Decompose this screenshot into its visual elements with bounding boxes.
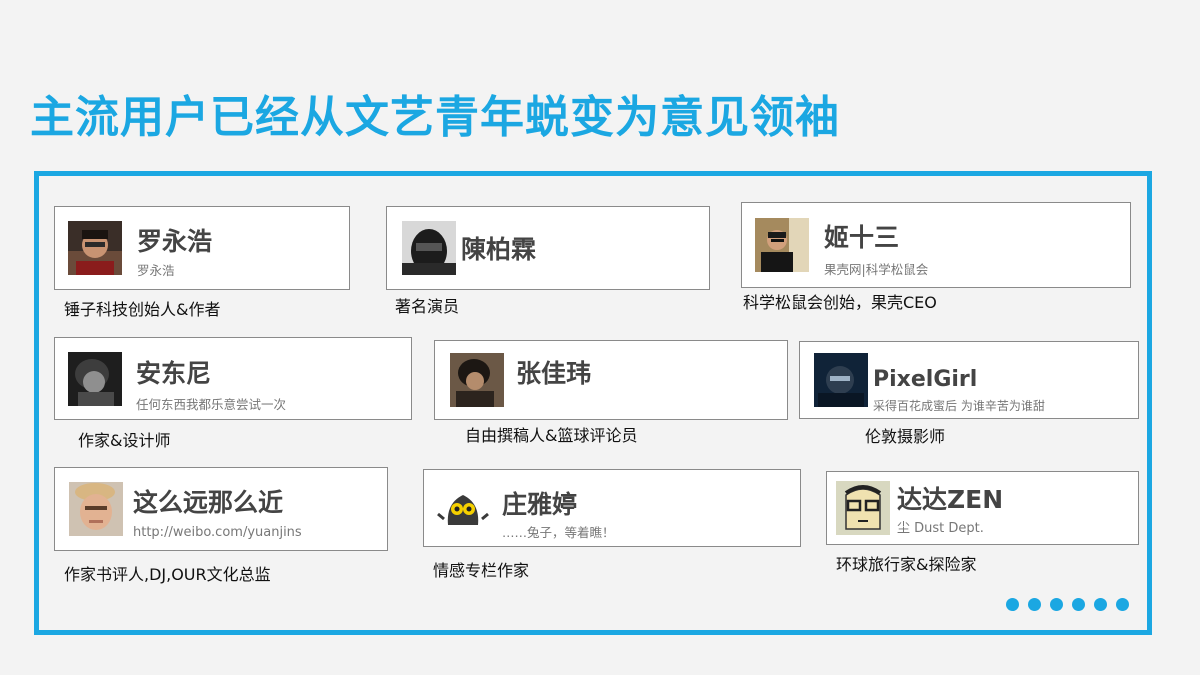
profile-caption: 科学松鼠会创始，果壳CEO bbox=[743, 293, 937, 312]
profile-caption: 锤子科技创始人&作者 bbox=[64, 300, 221, 319]
profile-name: 这么远那么近 bbox=[133, 488, 284, 517]
profile-card-luoyonghao[interactable]: 罗永浩 罗永浩 bbox=[54, 206, 350, 290]
profile-subtitle: 尘 Dust Dept. bbox=[897, 521, 984, 536]
avatar bbox=[69, 482, 123, 536]
avatar bbox=[836, 481, 890, 535]
profile-subtitle: 果壳网|科学松鼠会 bbox=[824, 262, 929, 277]
dot-icon bbox=[1050, 598, 1063, 611]
profile-card-zhangjiawei[interactable]: 张佳玮 bbox=[434, 340, 788, 420]
avatar bbox=[450, 353, 504, 407]
profile-caption: 著名演员 bbox=[395, 297, 460, 316]
profile-subtitle: 任何东西我都乐意尝试一次 bbox=[136, 397, 287, 412]
profile-subtitle: http://weibo.com/yuanjins bbox=[133, 525, 302, 540]
profile-caption: 作家&设计师 bbox=[78, 431, 171, 450]
profile-card-yuanjins[interactable]: 这么远那么近 http://weibo.com/yuanjins bbox=[54, 467, 388, 551]
dot-icon bbox=[1028, 598, 1041, 611]
profile-name: 姬十三 bbox=[824, 223, 900, 252]
profile-name: 张佳玮 bbox=[516, 359, 592, 388]
profile-name: 达达ZEN bbox=[897, 485, 1004, 514]
dot-icon bbox=[1094, 598, 1107, 611]
profile-name: 罗永浩 bbox=[137, 227, 213, 256]
avatar bbox=[814, 353, 868, 407]
profile-name: PixelGirl bbox=[873, 367, 978, 392]
slide-title: 主流用户已经从文艺青年蜕变为意见领袖 bbox=[30, 92, 840, 143]
profile-subtitle: ……兔子，等着瞧！ bbox=[502, 525, 615, 540]
avatar bbox=[68, 351, 122, 406]
profile-card-chenbolin[interactable]: 陳柏霖 bbox=[386, 206, 710, 290]
dot-icon bbox=[1116, 598, 1129, 611]
profile-caption: 自由撰稿人&篮球评论员 bbox=[465, 426, 638, 445]
avatar bbox=[436, 481, 490, 535]
profile-caption: 作家书评人,DJ,OUR文化总监 bbox=[64, 565, 271, 584]
profile-caption: 情感专栏作家 bbox=[433, 561, 530, 580]
profile-subtitle: 采得百花成蜜后 为谁辛苦为谁甜 bbox=[873, 399, 1045, 413]
profile-card-zhuangyating[interactable]: 庄雅婷 ……兔子，等着瞧！ bbox=[423, 469, 801, 547]
profile-name: 安东尼 bbox=[136, 359, 212, 388]
profile-name: 庄雅婷 bbox=[502, 490, 578, 519]
profile-card-andongni[interactable]: 安东尼 任何东西我都乐意尝试一次 bbox=[54, 337, 412, 420]
profile-subtitle: 罗永浩 bbox=[137, 263, 175, 278]
avatar bbox=[755, 218, 809, 272]
dot-icon bbox=[1006, 598, 1019, 611]
profile-name: 陳柏霖 bbox=[461, 235, 537, 264]
profile-card-pixelgirl[interactable]: PixelGirl 采得百花成蜜后 为谁辛苦为谁甜 bbox=[799, 341, 1139, 419]
profile-caption: 环球旅行家&探险家 bbox=[836, 555, 977, 574]
avatar bbox=[402, 221, 456, 275]
profile-card-dadazen[interactable]: 达达ZEN 尘 Dust Dept. bbox=[826, 471, 1139, 545]
dots-indicator-icon bbox=[1006, 598, 1129, 611]
dot-icon bbox=[1072, 598, 1085, 611]
avatar bbox=[68, 221, 122, 275]
profile-caption: 伦敦摄影师 bbox=[865, 427, 946, 446]
profile-card-jishisan[interactable]: 姬十三 果壳网|科学松鼠会 bbox=[741, 202, 1131, 288]
